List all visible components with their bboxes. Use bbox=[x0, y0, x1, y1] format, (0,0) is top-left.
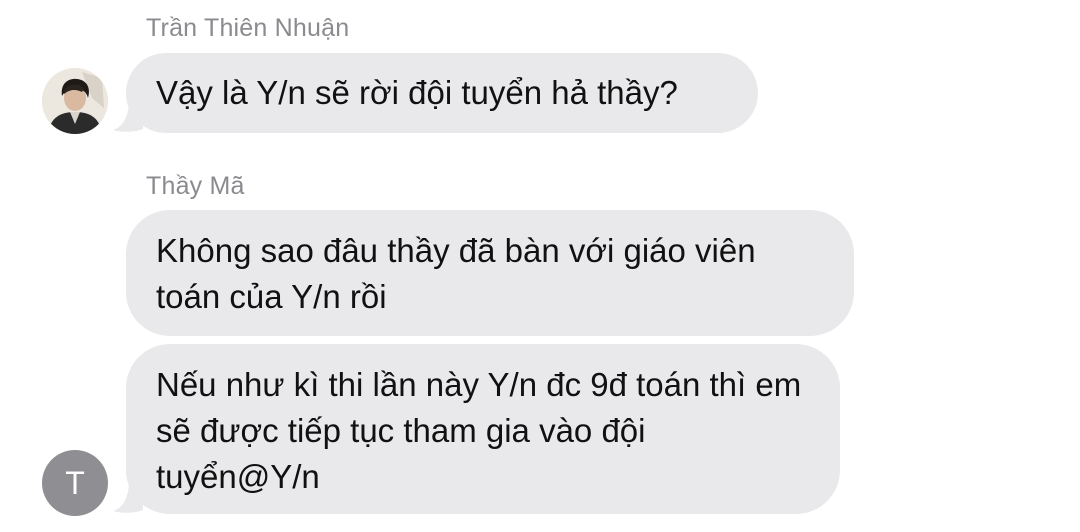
bubble-tail bbox=[113, 484, 143, 514]
message-bubble[interactable]: Nếu như kì thi lần này Y/n đc 9đ toán th… bbox=[126, 344, 840, 514]
message-text: Vậy là Y/n sẽ rời đội tuyển hả thầy? bbox=[156, 74, 678, 111]
avatar[interactable] bbox=[42, 68, 108, 134]
message-text: Nếu như kì thi lần này Y/n đc 9đ toán th… bbox=[156, 366, 802, 495]
message-text: Không sao đâu thầy đã bàn với giáo viên … bbox=[156, 232, 756, 315]
avatar[interactable]: T bbox=[42, 450, 108, 516]
sender-name: Trần Thiên Nhuận bbox=[146, 14, 350, 42]
message-bubble[interactable]: Không sao đâu thầy đã bàn với giáo viên … bbox=[126, 210, 854, 336]
sender-name: Thầy Mã bbox=[146, 172, 245, 200]
profile-photo-icon bbox=[42, 68, 108, 134]
avatar-initial: T bbox=[65, 464, 85, 501]
bubble-tail bbox=[113, 103, 143, 133]
message-bubble[interactable]: Vậy là Y/n sẽ rời đội tuyển hả thầy? bbox=[126, 53, 758, 133]
